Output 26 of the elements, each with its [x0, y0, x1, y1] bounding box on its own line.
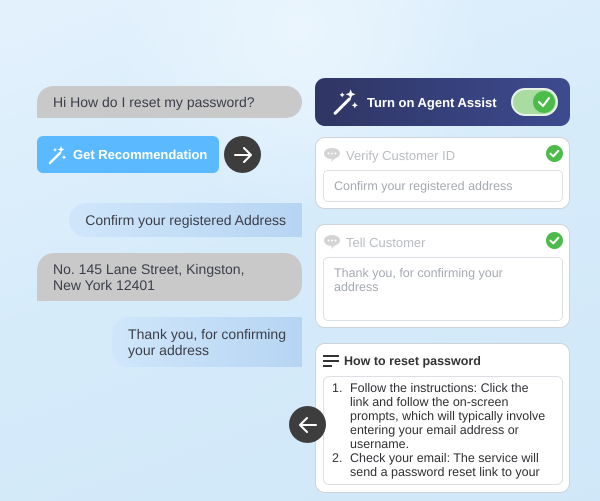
speech-bubble-icon [323, 234, 341, 250]
card-title: Tell Customer [346, 234, 426, 250]
customer-message: Hi How do I reset my password? [37, 86, 302, 118]
menu-lines-icon [323, 355, 339, 367]
step-number: 2. [332, 451, 344, 467]
agent-assist-label: Turn on Agent Assist [367, 94, 498, 110]
check-icon [546, 232, 563, 248]
arrow-right-button[interactable] [224, 136, 261, 173]
step-text: Check your email: The service will send a password reset link to your [350, 451, 541, 479]
input-field[interactable]: Confirm your registered address [323, 170, 563, 202]
step-text: Follow the instructions: Click the link and follow the on-screen prompts, which will typically involve entering your email address or username. [350, 381, 546, 451]
toggle-switch[interactable] [511, 88, 558, 116]
arrow-left-button[interactable] [289, 406, 326, 443]
magic-wand-icon [331, 88, 359, 116]
card-title: How to reset password [344, 354, 481, 368]
check-icon [537, 95, 551, 109]
agent-message: Confirm your registered Address [69, 203, 302, 237]
check-icon [546, 144, 563, 162]
text-area[interactable]: Thank you, for confirming your address [323, 257, 563, 321]
agent-message: Thank you, for confirming your address [112, 317, 302, 367]
magic-wand-icon [47, 144, 67, 164]
speech-bubble-icon [323, 147, 341, 163]
card-title: Verify Customer ID [346, 148, 456, 162]
step-number: 1. [332, 381, 344, 397]
get-recommendation-button[interactable]: Get Recommendation [37, 136, 219, 173]
customer-message: No. 145 Lane Street, Kingston, New York 12401 [37, 253, 302, 301]
